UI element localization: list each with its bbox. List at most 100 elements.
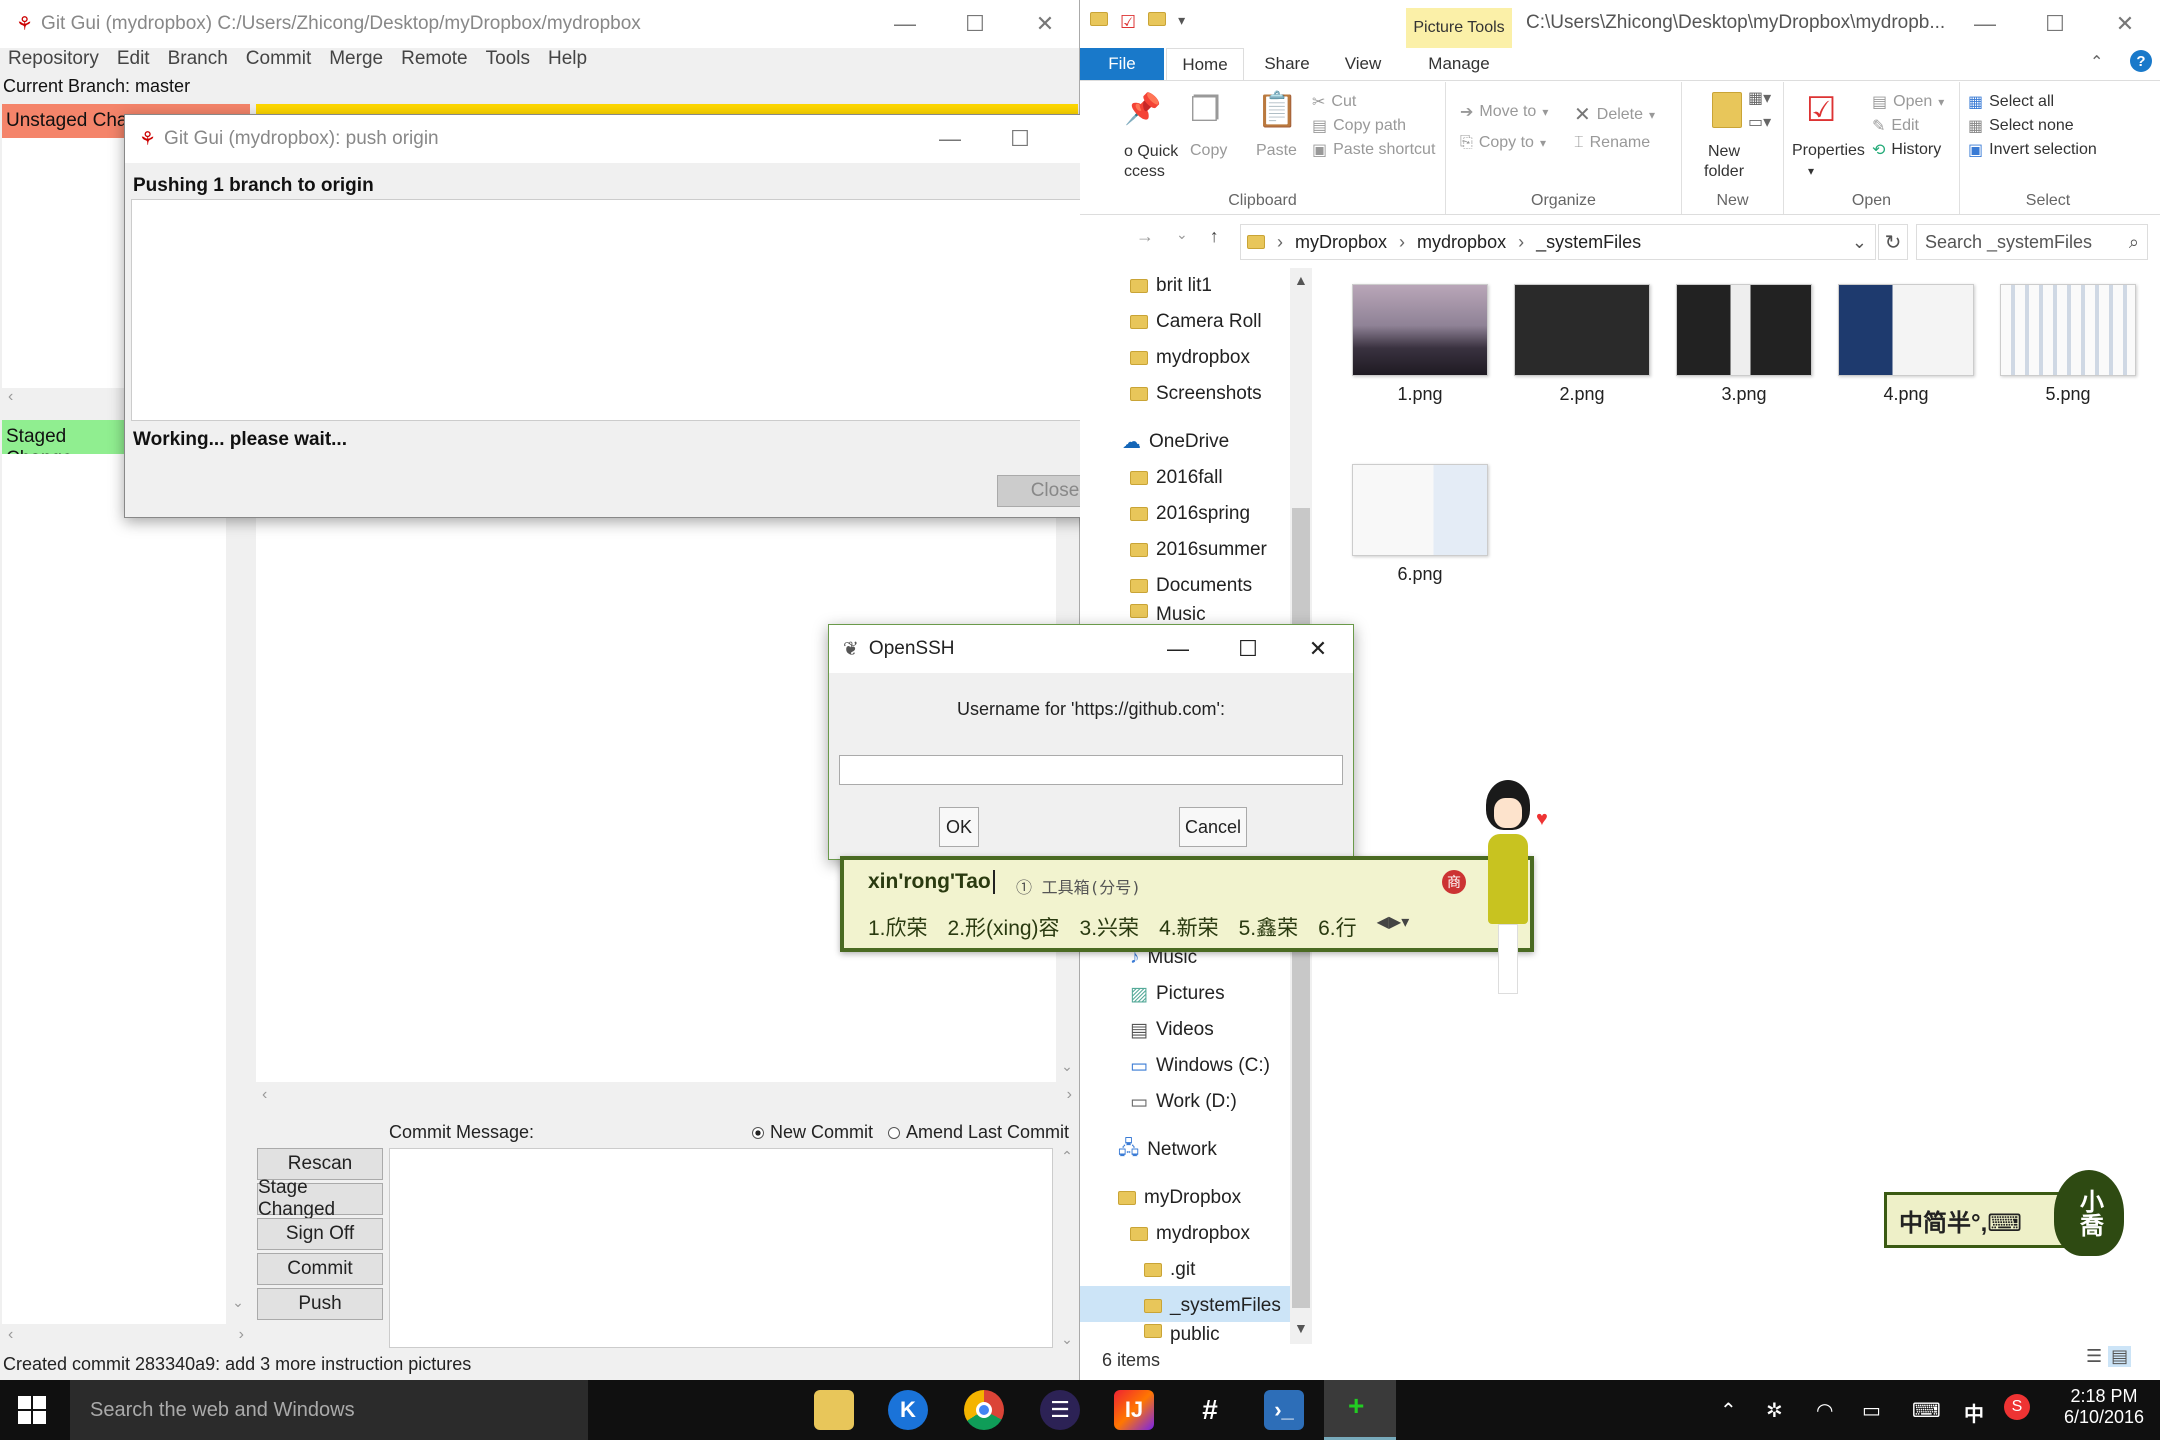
nav-item-brit-lit1[interactable]: brit lit1 [1130,268,1212,304]
chevron-down-icon[interactable]: ▾ [1178,12,1185,33]
commit-vscroll[interactable]: ⌃ ⌄ [1056,1148,1078,1348]
keyboard-icon[interactable]: ⌨ [1912,1398,1941,1423]
properties-button[interactable]: Properties [1792,142,1865,160]
file-label-4[interactable]: 4.png [1838,384,1974,405]
nav-item-videos[interactable]: ▤ Videos [1130,1012,1214,1048]
menu-help[interactable]: Help [548,48,587,74]
search-box[interactable]: Search _systemFiles ⌕ [1916,224,2148,260]
chevron-down-icon[interactable]: ▾ [1808,164,1814,178]
minimize-icon[interactable]: — [1950,0,2020,48]
file-label-5[interactable]: 5.png [2000,384,2136,405]
pin-quick-access-button[interactable]: o Quick ccess [1124,142,1178,182]
file-thumbnail-5[interactable] [2000,284,2136,376]
invert-selection-button[interactable]: ▣ Invert selection [1968,140,2097,160]
battery-icon[interactable]: ▭ [1862,1398,1881,1423]
staged-file-list[interactable] [2,454,226,1324]
tab-view[interactable]: View [1328,48,1398,80]
diff-hscroll[interactable]: ‹ › [256,1086,1078,1108]
stage-changed-button[interactable]: Stage Changed [257,1177,383,1220]
slack-icon[interactable]: # [1190,1390,1230,1430]
nav-item-2016fall[interactable]: 2016fall [1130,460,1223,496]
chevron-down-icon[interactable]: ⌄ [1852,232,1867,253]
paste-shortcut-button[interactable]: ▣ Paste shortcut [1312,140,1435,160]
file-thumbnail-2[interactable] [1514,284,1650,376]
nav-item-public[interactable]: public [1144,1324,1220,1344]
move-to-button[interactable]: ➔ Move to ▾ [1460,102,1548,122]
menu-remote[interactable]: Remote [401,48,468,74]
close-icon[interactable]: ✕ [2090,0,2160,48]
nav-item-2016spring[interactable]: 2016spring [1130,496,1250,532]
file-thumbnail-1[interactable] [1352,284,1488,376]
nav-item-music-partial[interactable]: Music [1130,604,1206,626]
file-explorer-taskbar-icon[interactable] [814,1390,854,1430]
ime-candidate[interactable]: 1.欣荣 [868,912,928,942]
collapse-ribbon-icon[interactable]: ⌃ [2090,52,2103,72]
rescan-button[interactable]: Rescan [257,1148,383,1180]
paste-button[interactable]: Paste [1256,142,1297,160]
git-gui-taskbar-icon[interactable]: + [1324,1380,1396,1440]
nav-item-mydropbox-sub[interactable]: mydropbox [1130,1216,1250,1252]
nav-item-systemfiles[interactable]: _systemFiles [1144,1288,1281,1324]
push-log-output[interactable] [131,199,1099,421]
select-none-button[interactable]: ▦ Select none [1968,116,2074,136]
select-all-button[interactable]: ▦ Select all [1968,92,2054,112]
maximize-icon[interactable]: ☐ [985,115,1055,163]
nav-item-windows-c[interactable]: ▭ Windows (C:) [1130,1048,1270,1084]
file-thumbnail-6[interactable] [1352,464,1488,556]
new-folder-icon[interactable] [1148,12,1167,26]
taskbar-clock[interactable]: 2:18 PM 6/10/2016 [2060,1386,2148,1428]
push-button[interactable]: Push [257,1288,383,1320]
nav-item-mydropbox[interactable]: mydropbox [1130,340,1250,376]
maximize-icon[interactable]: ☐ [2020,0,2090,48]
ime-candidate[interactable]: 5.鑫荣 [1239,912,1299,942]
copy-path-button[interactable]: ▤ Copy path [1312,116,1406,136]
staged-hscroll[interactable]: ‹ › [2,1326,250,1348]
nav-item-screenshots[interactable]: Screenshots [1130,376,1262,412]
nav-item-2016summer[interactable]: 2016summer [1130,532,1267,568]
open-button[interactable]: ▤ Open ▾ [1872,92,1944,112]
menu-tools[interactable]: Tools [486,48,530,74]
sign-off-button[interactable]: Sign Off [257,1218,383,1250]
show-hidden-icons-icon[interactable]: ⌃ [1720,1398,1737,1423]
ime-badge[interactable]: 小喬 [2054,1170,2124,1256]
tab-share[interactable]: Share [1248,48,1326,80]
scroll-up-icon[interactable]: ▲ [1294,272,1308,288]
nav-item-pictures[interactable]: ▨ Pictures [1130,976,1225,1012]
minimize-icon[interactable]: — [870,0,940,48]
properties-check-icon[interactable]: ☑ [1120,12,1136,33]
k-app-taskbar-icon[interactable]: K [888,1390,928,1430]
cancel-button[interactable]: Cancel [1179,807,1247,847]
delete-button[interactable]: ✕ Delete ▾ [1574,102,1655,127]
intellij-icon[interactable]: IJ [1114,1390,1154,1430]
ime-candidate[interactable]: 3.兴荣 [1080,912,1140,942]
sogou-s-icon[interactable]: S [2004,1394,2030,1420]
recent-chevron-icon[interactable]: ⌄ [1176,226,1188,247]
cut-button[interactable]: ✂ Cut [1312,92,1356,112]
ime-status-panel[interactable]: 中简半°,⌨ [1884,1192,2080,1248]
file-label-3[interactable]: 3.png [1676,384,1812,405]
breadcrumb-systemfiles[interactable]: _systemFiles [1536,232,1641,253]
forward-arrow-icon[interactable]: → [1136,226,1154,247]
breadcrumb-mydropbox[interactable]: mydropbox [1417,232,1506,253]
settings-gear-icon[interactable]: ✲ [1766,1398,1783,1423]
close-icon[interactable]: ✕ [1283,625,1353,673]
scroll-down-icon[interactable]: ▼ [1294,1320,1308,1336]
nav-item-mydropbox-root[interactable]: myDropbox [1118,1180,1241,1216]
new-commit-radio[interactable]: New Commit [752,1122,873,1143]
ime-candidate[interactable]: 6.行 [1318,912,1357,942]
nav-item-onedrive[interactable]: ☁ OneDrive [1122,424,1229,460]
username-input[interactable] [839,755,1343,785]
file-thumbnail-4[interactable] [1838,284,1974,376]
ime-candidate[interactable]: 4.新荣 [1159,912,1219,942]
history-button[interactable]: ⟲ History [1872,140,1941,160]
staged-vscroll[interactable]: ⌄ [226,454,250,1324]
tab-manage[interactable]: Manage [1406,48,1512,80]
copy-button[interactable]: Copy [1190,142,1227,160]
copy-to-button[interactable]: ⎘ Copy to ▾ [1460,134,1546,152]
menu-merge[interactable]: Merge [329,48,383,74]
help-icon[interactable]: ? [2130,50,2152,72]
menu-edit[interactable]: Edit [117,48,150,74]
chrome-icon[interactable] [964,1390,1004,1430]
powershell-icon[interactable]: ›_ [1264,1390,1304,1430]
tab-home[interactable]: Home [1166,48,1244,80]
